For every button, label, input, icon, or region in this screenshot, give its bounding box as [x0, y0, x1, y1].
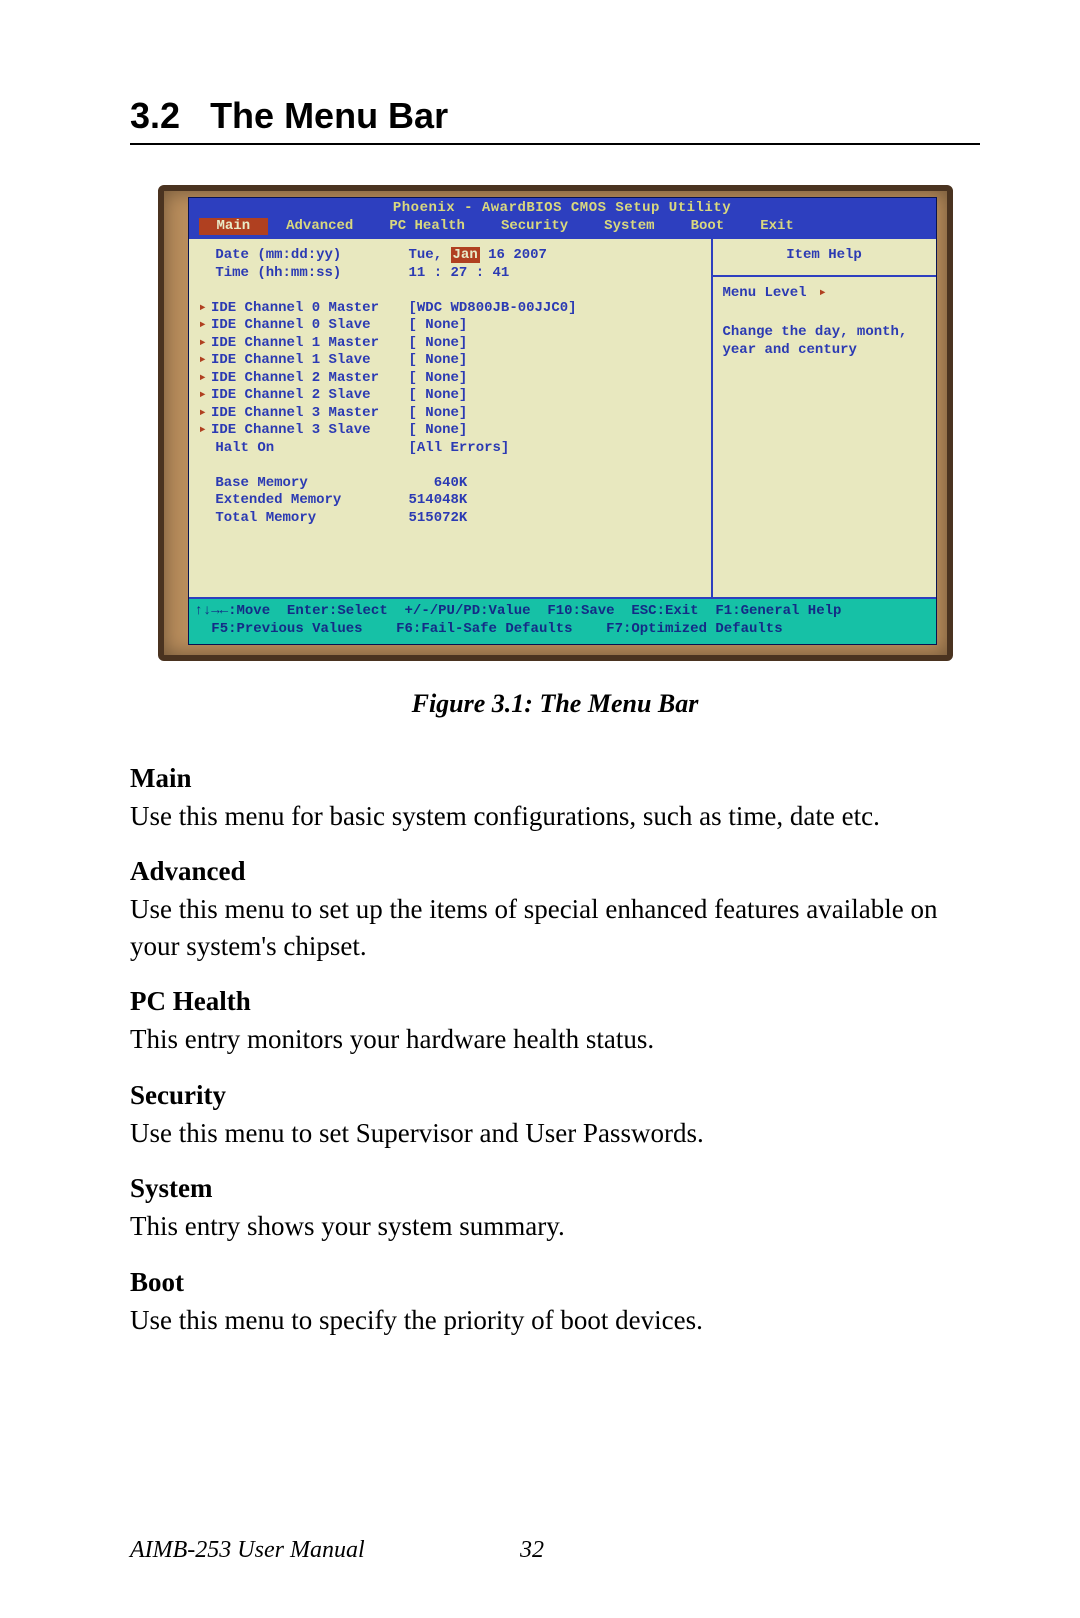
monitor-bezel: Phoenix - AwardBIOS CMOS Setup Utility M… [158, 185, 953, 661]
triangle-icon: ▸ [199, 387, 207, 403]
desc-text: This entry shows your system summary. [130, 1208, 980, 1244]
desc-boot: Boot Use this menu to specify the priori… [130, 1267, 980, 1338]
desc-advanced: Advanced Use this menu to set up the ite… [130, 856, 980, 964]
triangle-icon: ▸ [199, 335, 207, 351]
help-title: Item Help [723, 247, 926, 265]
memory-row: Total Memory515072K [199, 510, 701, 528]
triangle-icon: ▸ [199, 300, 207, 316]
date-suffix: 16 2007 [480, 247, 547, 263]
triangle-icon: ▸ [199, 370, 207, 386]
desc-text: This entry monitors your hardware health… [130, 1021, 980, 1057]
tab-advanced[interactable]: Advanced [268, 218, 371, 236]
help-text: Change the day, month, year and century [723, 324, 926, 359]
ide-row[interactable]: ▸IDE Channel 2 Slave[ None] [199, 387, 701, 405]
menu-level: Menu Level▸ [723, 285, 926, 303]
desc-text: Use this menu to set up the items of spe… [130, 891, 980, 964]
ide-row[interactable]: ▸IDE Channel 1 Master[ None] [199, 335, 701, 353]
desc-heading: Security [130, 1080, 980, 1111]
date-row[interactable]: Date (mm:dd:yy) Tue, Jan 16 2007 [199, 247, 701, 265]
bios-menubar[interactable]: Main Advanced PC Health Security System … [189, 218, 936, 238]
desc-heading: Boot [130, 1267, 980, 1298]
footer-page-number: 32 [520, 1537, 544, 1564]
triangle-icon: ▸ [819, 285, 827, 301]
section-heading: 3.2 The Menu Bar [130, 95, 980, 145]
screenshot-container: Phoenix - AwardBIOS CMOS Setup Utility M… [130, 185, 980, 661]
ide-row[interactable]: ▸IDE Channel 3 Slave[ None] [199, 422, 701, 440]
desc-security: Security Use this menu to set Supervisor… [130, 1080, 980, 1151]
time-label: Time (hh:mm:ss) [215, 265, 341, 281]
ide-row[interactable]: ▸IDE Channel 2 Master[ None] [199, 370, 701, 388]
tab-security[interactable]: Security [483, 218, 586, 236]
time-row[interactable]: Time (hh:mm:ss) 11 : 27 : 41 [199, 265, 701, 283]
triangle-icon: ▸ [199, 405, 207, 421]
halt-row[interactable]: Halt On[All Errors] [199, 440, 701, 458]
desc-text: Use this menu to set Supervisor and User… [130, 1115, 980, 1151]
bios-main-panel: Date (mm:dd:yy) Tue, Jan 16 2007 Time (h… [189, 239, 711, 597]
time-value: 11 : 27 : 41 [409, 265, 701, 283]
desc-main: Main Use this menu for basic system conf… [130, 763, 980, 834]
tab-pc-health[interactable]: PC Health [371, 218, 483, 236]
section-title: The Menu Bar [210, 95, 448, 136]
triangle-icon: ▸ [199, 317, 207, 333]
desc-text: Use this menu for basic system configura… [130, 798, 980, 834]
memory-row: Base Memory 640K [199, 475, 701, 493]
help-divider [713, 275, 936, 277]
ide-row[interactable]: ▸IDE Channel 1 Slave[ None] [199, 352, 701, 370]
desc-heading: Main [130, 763, 980, 794]
date-highlight: Jan [451, 247, 480, 263]
bios-footer: ↑↓→←:Move Enter:Select +/-/PU/PD:Value F… [189, 599, 936, 644]
tab-exit[interactable]: Exit [742, 218, 812, 236]
desc-text: Use this menu to specify the priority of… [130, 1302, 980, 1338]
ide-row[interactable]: ▸IDE Channel 0 Slave[ None] [199, 317, 701, 335]
footer-line-1: ↑↓→←:Move Enter:Select +/-/PU/PD:Value F… [195, 603, 930, 621]
desc-heading: PC Health [130, 986, 980, 1017]
ide-row[interactable]: ▸IDE Channel 3 Master[ None] [199, 405, 701, 423]
bios-help-panel: Item Help Menu Level▸ Change the day, mo… [711, 239, 936, 597]
date-prefix: Tue, [409, 247, 451, 263]
tab-main[interactable]: Main [199, 218, 269, 236]
tab-system[interactable]: System [586, 218, 672, 236]
bios-body: Date (mm:dd:yy) Tue, Jan 16 2007 Time (h… [189, 237, 936, 599]
footer-doc-title: AIMB-253 User Manual [130, 1537, 520, 1564]
triangle-icon: ▸ [199, 352, 207, 368]
figure-caption: Figure 3.1: The Menu Bar [130, 689, 980, 719]
tab-boot[interactable]: Boot [673, 218, 743, 236]
memory-row: Extended Memory514048K [199, 492, 701, 510]
bios-screen: Phoenix - AwardBIOS CMOS Setup Utility M… [188, 197, 937, 645]
manual-page: 3.2 The Menu Bar Phoenix - AwardBIOS CMO… [0, 0, 1080, 1618]
desc-heading: Advanced [130, 856, 980, 887]
desc-pc-health: PC Health This entry monitors your hardw… [130, 986, 980, 1057]
footer-line-2: F5:Previous Values F6:Fail-Safe Defaults… [195, 621, 930, 639]
desc-heading: System [130, 1173, 980, 1204]
desc-system: System This entry shows your system summ… [130, 1173, 980, 1244]
bios-title: Phoenix - AwardBIOS CMOS Setup Utility [189, 198, 936, 218]
triangle-icon: ▸ [199, 422, 207, 438]
ide-row[interactable]: ▸IDE Channel 0 Master[WDC WD800JB-00JJC0… [199, 300, 701, 318]
date-label: Date (mm:dd:yy) [215, 247, 341, 263]
page-footer: AIMB-253 User Manual 32 [130, 1537, 980, 1564]
section-number: 3.2 [130, 95, 180, 136]
